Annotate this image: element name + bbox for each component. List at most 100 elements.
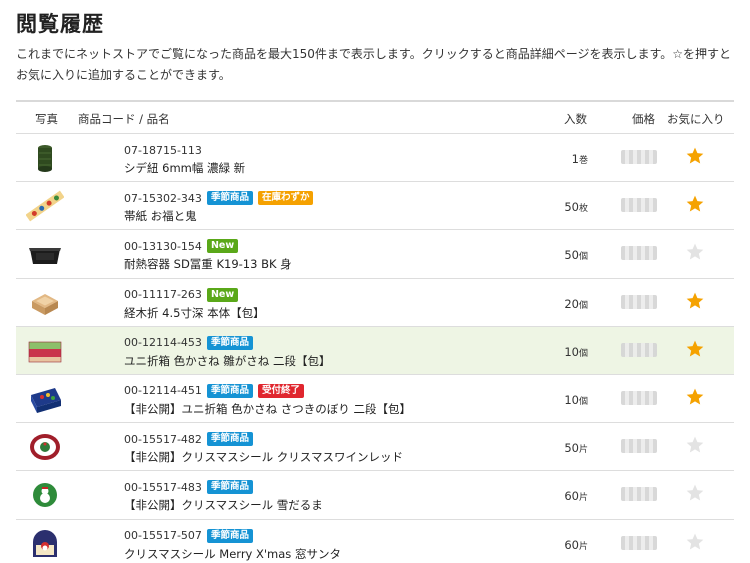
product-code-line: 00-15517-507 季節商品 (124, 528, 253, 543)
new-badge: New (206, 239, 239, 254)
table-body: 07-18715-113 シデ紐 6mm幅 濃緑 新 1巻 07-15302-343 季… (16, 134, 734, 563)
quantity-unit: 片 (578, 541, 588, 552)
price-hidden (621, 487, 657, 502)
seasonal-badge: 季節商品 (206, 335, 253, 350)
product-code: 00-15517-483 (124, 480, 202, 494)
price-hidden (621, 342, 657, 357)
price-hidden (621, 150, 657, 164)
quantity: 50片 (564, 441, 588, 455)
product-thumbnail[interactable] (26, 140, 64, 176)
table-row[interactable]: 07-18715-113 シデ紐 6mm幅 濃緑 新 1巻 (16, 134, 734, 183)
product-name-link[interactable]: クリスマスシール Merry X'mas 窓サンタ (124, 546, 341, 562)
price-hidden (621, 294, 657, 309)
seasonal-badge: 季節商品 (206, 528, 253, 543)
header-quantity: 入数 (564, 112, 587, 126)
page-title: 閲覧履歴 (16, 12, 104, 36)
table-row[interactable]: 00-12114-453 季節商品ユニ折箱 色かさね 雛がさね 二段【包】 10個 (16, 326, 734, 375)
product-name-link[interactable]: 経木折 4.5寸深 本体【包】 (124, 305, 265, 321)
product-thumbnail[interactable] (26, 333, 64, 369)
product-code: 00-12114-451 (124, 384, 202, 398)
product-thumbnail[interactable] (26, 236, 64, 272)
product-thumbnail[interactable] (26, 429, 64, 465)
product-name-link[interactable]: シデ紐 6mm幅 濃緑 新 (124, 160, 245, 176)
favorite-star-icon-on[interactable] (685, 387, 705, 407)
seasonal-badge: 季節商品 (206, 432, 253, 447)
quantity-value: 50 (564, 441, 579, 456)
header-photo: 写真 (35, 112, 58, 126)
quantity: 50枚 (564, 200, 588, 214)
snowman-seal-image (33, 483, 57, 508)
quantity: 10個 (564, 345, 588, 359)
product-name-link[interactable]: ユニ折箱 色かさね 雛がさね 二段【包】 (124, 353, 330, 369)
satsuki-two-tier-box-image (31, 387, 61, 413)
table-row[interactable]: 00-15517-483 季節商品 【非公開】クリスマスシール 雪だるま 60片 (16, 471, 734, 520)
product-code: 00-13130-154 (124, 239, 202, 253)
new-badge: New (206, 287, 239, 302)
history-table: 写真 商品コード / 品名 入数 価格 お気に入り 07-18715-113 シデ… (16, 100, 734, 563)
favorite-star-icon-on[interactable] (685, 339, 705, 359)
price-hidden (621, 390, 657, 405)
quantity-value: 10 (564, 344, 579, 359)
favorite-star-icon-on[interactable] (685, 291, 705, 311)
table-row[interactable]: 00-15517-507 季節商品クリスマスシール Merry X'mas 窓サン… (16, 520, 734, 563)
quantity-unit: 片 (578, 493, 588, 504)
product-code: 07-18715-113 (124, 143, 202, 157)
favorite-star-icon-off[interactable] (685, 483, 705, 503)
favorite-star-icon-off[interactable] (685, 435, 705, 455)
product-code: 00-12114-453 (124, 336, 202, 350)
table-header: 写真 商品コード / 品名 入数 価格 お気に入り (16, 102, 734, 134)
header-price: 価格 (632, 112, 655, 126)
product-name-link[interactable]: 帯紙 お福と鬼 (124, 208, 197, 224)
quantity-unit: 個 (578, 348, 588, 359)
quantity-value: 50 (564, 200, 579, 215)
product-thumbnail[interactable] (26, 526, 64, 562)
wooden-box-image (32, 293, 58, 315)
quantity-unit: 枚 (578, 204, 588, 215)
hina-two-tier-box-image (28, 341, 62, 363)
product-code: 07-15302-343 (124, 191, 202, 205)
quantity-unit: 個 (578, 396, 588, 407)
favorite-star-icon-off[interactable] (685, 242, 705, 262)
product-name-link[interactable]: 【非公開】クリスマスシール 雪だるま (124, 497, 323, 513)
quantity-unit: 巻 (578, 156, 588, 166)
favorite-star-icon-on[interactable] (685, 194, 705, 214)
quantity-value: 1 (571, 152, 579, 166)
green-twine-spool-image (38, 145, 52, 172)
favorite-star-icon-on[interactable] (685, 146, 705, 166)
quantity: 60片 (564, 538, 588, 552)
christmas-wine-seal-image (30, 434, 60, 461)
product-code-line: 00-12114-453 季節商品 (124, 335, 253, 350)
setsubun-paper-band-image (26, 190, 64, 222)
table-row[interactable]: 07-15302-343 季節商品 在庫わずか 帯紙 お福と鬼 50枚 (16, 182, 734, 231)
product-code-line: 07-18715-113 (124, 143, 202, 157)
product-name-link[interactable]: 耐熱容器 SD冨重 K19-13 BK 身 (124, 256, 292, 272)
product-code-line: 00-11117-263 New (124, 287, 239, 302)
product-code: 00-15517-482 (124, 432, 202, 446)
price-hidden (621, 198, 657, 213)
product-name-link[interactable]: 【非公開】クリスマスシール クリスマスワインレッド (124, 449, 403, 465)
product-code: 00-11117-263 (124, 288, 202, 302)
table-row[interactable]: 00-15517-482 季節商品【非公開】クリスマスシール クリスマスワインレッ… (16, 423, 734, 472)
header-favorite: お気に入り (667, 112, 725, 126)
product-thumbnail[interactable] (26, 477, 64, 513)
product-thumbnail[interactable] (26, 188, 64, 224)
product-code-line: 07-15302-343 季節商品 在庫わずか (124, 191, 314, 206)
favorite-star-icon-off[interactable] (685, 532, 705, 552)
quantity: 10個 (564, 393, 588, 407)
product-code-line: 00-15517-483 季節商品 (124, 480, 253, 495)
product-code: 00-15517-507 (124, 529, 202, 542)
product-code-line: 00-15517-482 季節商品 (124, 432, 253, 447)
table-row[interactable]: 00-13130-154 New 耐熱容器 SD冨重 K19-13 BK 身 50個 (16, 230, 734, 279)
table-row[interactable]: 00-11117-263 New 経木折 4.5寸深 本体【包】 20個 (16, 279, 734, 327)
product-name-link[interactable]: 【非公開】ユニ折箱 色かさね さつきのぼり 二段【包】 (124, 401, 411, 417)
product-thumbnail[interactable] (26, 381, 64, 417)
product-thumbnail[interactable] (26, 285, 64, 321)
quantity-value: 60 (564, 537, 579, 552)
table-row[interactable]: 00-12114-451 季節商品 受付終了 【非公開】ユニ折箱 色かさね さつきのぼ… (16, 375, 734, 424)
quantity: 20個 (564, 297, 588, 311)
quantity: 50個 (564, 248, 588, 262)
price-hidden (621, 246, 657, 261)
price-hidden (621, 439, 657, 454)
closed-badge: 受付終了 (257, 383, 304, 398)
seasonal-badge: 季節商品 (206, 480, 253, 495)
